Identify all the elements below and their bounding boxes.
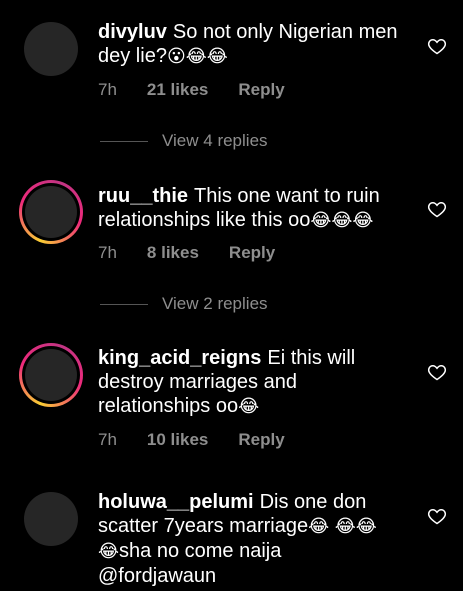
- likes-count[interactable]: 10 likes: [147, 430, 208, 450]
- comment-meta: 7h 8 likes Reply: [98, 243, 275, 263]
- comment-text: ruu__thie This one want to ruin relations…: [98, 184, 398, 233]
- comment-username[interactable]: holuwa__pelumi: [98, 491, 254, 513]
- comment-text: king_acid_reigns Ei this will destroy mar…: [98, 346, 358, 419]
- comment-time: 7h: [98, 430, 117, 449]
- avatar: [25, 186, 77, 238]
- avatar[interactable]: [24, 22, 78, 76]
- view-replies-button[interactable]: View 4 replies: [100, 131, 268, 151]
- reply-button[interactable]: Reply: [238, 80, 284, 100]
- comment-username[interactable]: king_acid_reigns: [98, 347, 261, 369]
- comment-emojis: 😮😂😂: [166, 46, 228, 67]
- comment-text: holuwa__pelumi Dis one don scatter 7years…: [98, 490, 388, 588]
- likes-count[interactable]: 21 likes: [147, 80, 208, 100]
- comment-emojis: 😂😂😂: [310, 210, 374, 231]
- avatar[interactable]: [24, 492, 78, 546]
- view-replies-button[interactable]: View 2 replies: [100, 294, 268, 314]
- comment-emojis: 😂: [308, 516, 330, 537]
- comment-meta: 7h 10 likes Reply: [98, 430, 285, 450]
- comment-emojis: 😂: [238, 396, 260, 417]
- comment-username[interactable]: ruu__thie: [98, 185, 188, 207]
- heart-icon[interactable]: [427, 199, 447, 219]
- heart-icon[interactable]: [427, 506, 447, 526]
- reply-button[interactable]: Reply: [229, 243, 275, 263]
- comment-meta: 7h 21 likes Reply: [98, 80, 285, 100]
- avatar: [25, 349, 77, 401]
- divider-line: [100, 303, 148, 305]
- avatar-story-ring[interactable]: [19, 180, 83, 244]
- reply-button[interactable]: Reply: [238, 430, 284, 450]
- avatar-story-ring[interactable]: [19, 343, 83, 407]
- comment-body-continued: sha no come naija: [119, 540, 282, 562]
- comment-text: divyluv So not only Nigerian men dey lie?…: [98, 20, 398, 69]
- likes-count[interactable]: 8 likes: [147, 243, 199, 263]
- view-replies-label: View 4 replies: [162, 131, 268, 150]
- divider-line: [100, 140, 148, 142]
- comment-username[interactable]: divyluv: [98, 21, 167, 43]
- mention-link[interactable]: @fordjawaun: [98, 565, 216, 587]
- comment-time: 7h: [98, 243, 117, 262]
- comment-time: 7h: [98, 80, 117, 99]
- heart-icon[interactable]: [427, 362, 447, 382]
- view-replies-label: View 2 replies: [162, 294, 268, 313]
- heart-icon[interactable]: [427, 36, 447, 56]
